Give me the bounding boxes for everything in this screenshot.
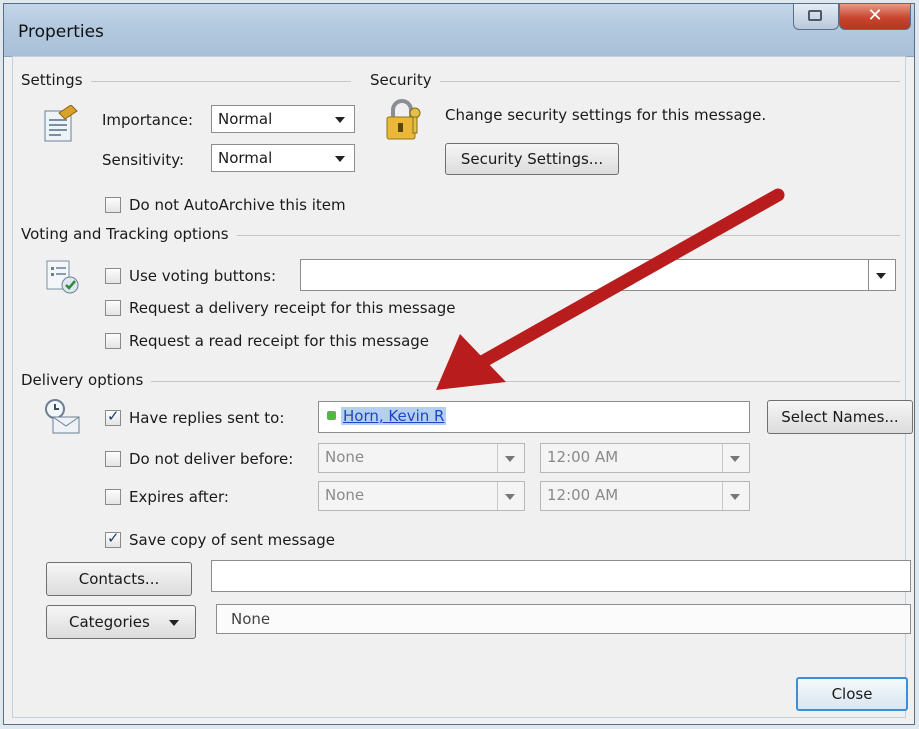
arrow-head-icon xyxy=(436,334,506,390)
arrow-shaft xyxy=(475,188,785,369)
annotation-arrow xyxy=(436,188,785,390)
